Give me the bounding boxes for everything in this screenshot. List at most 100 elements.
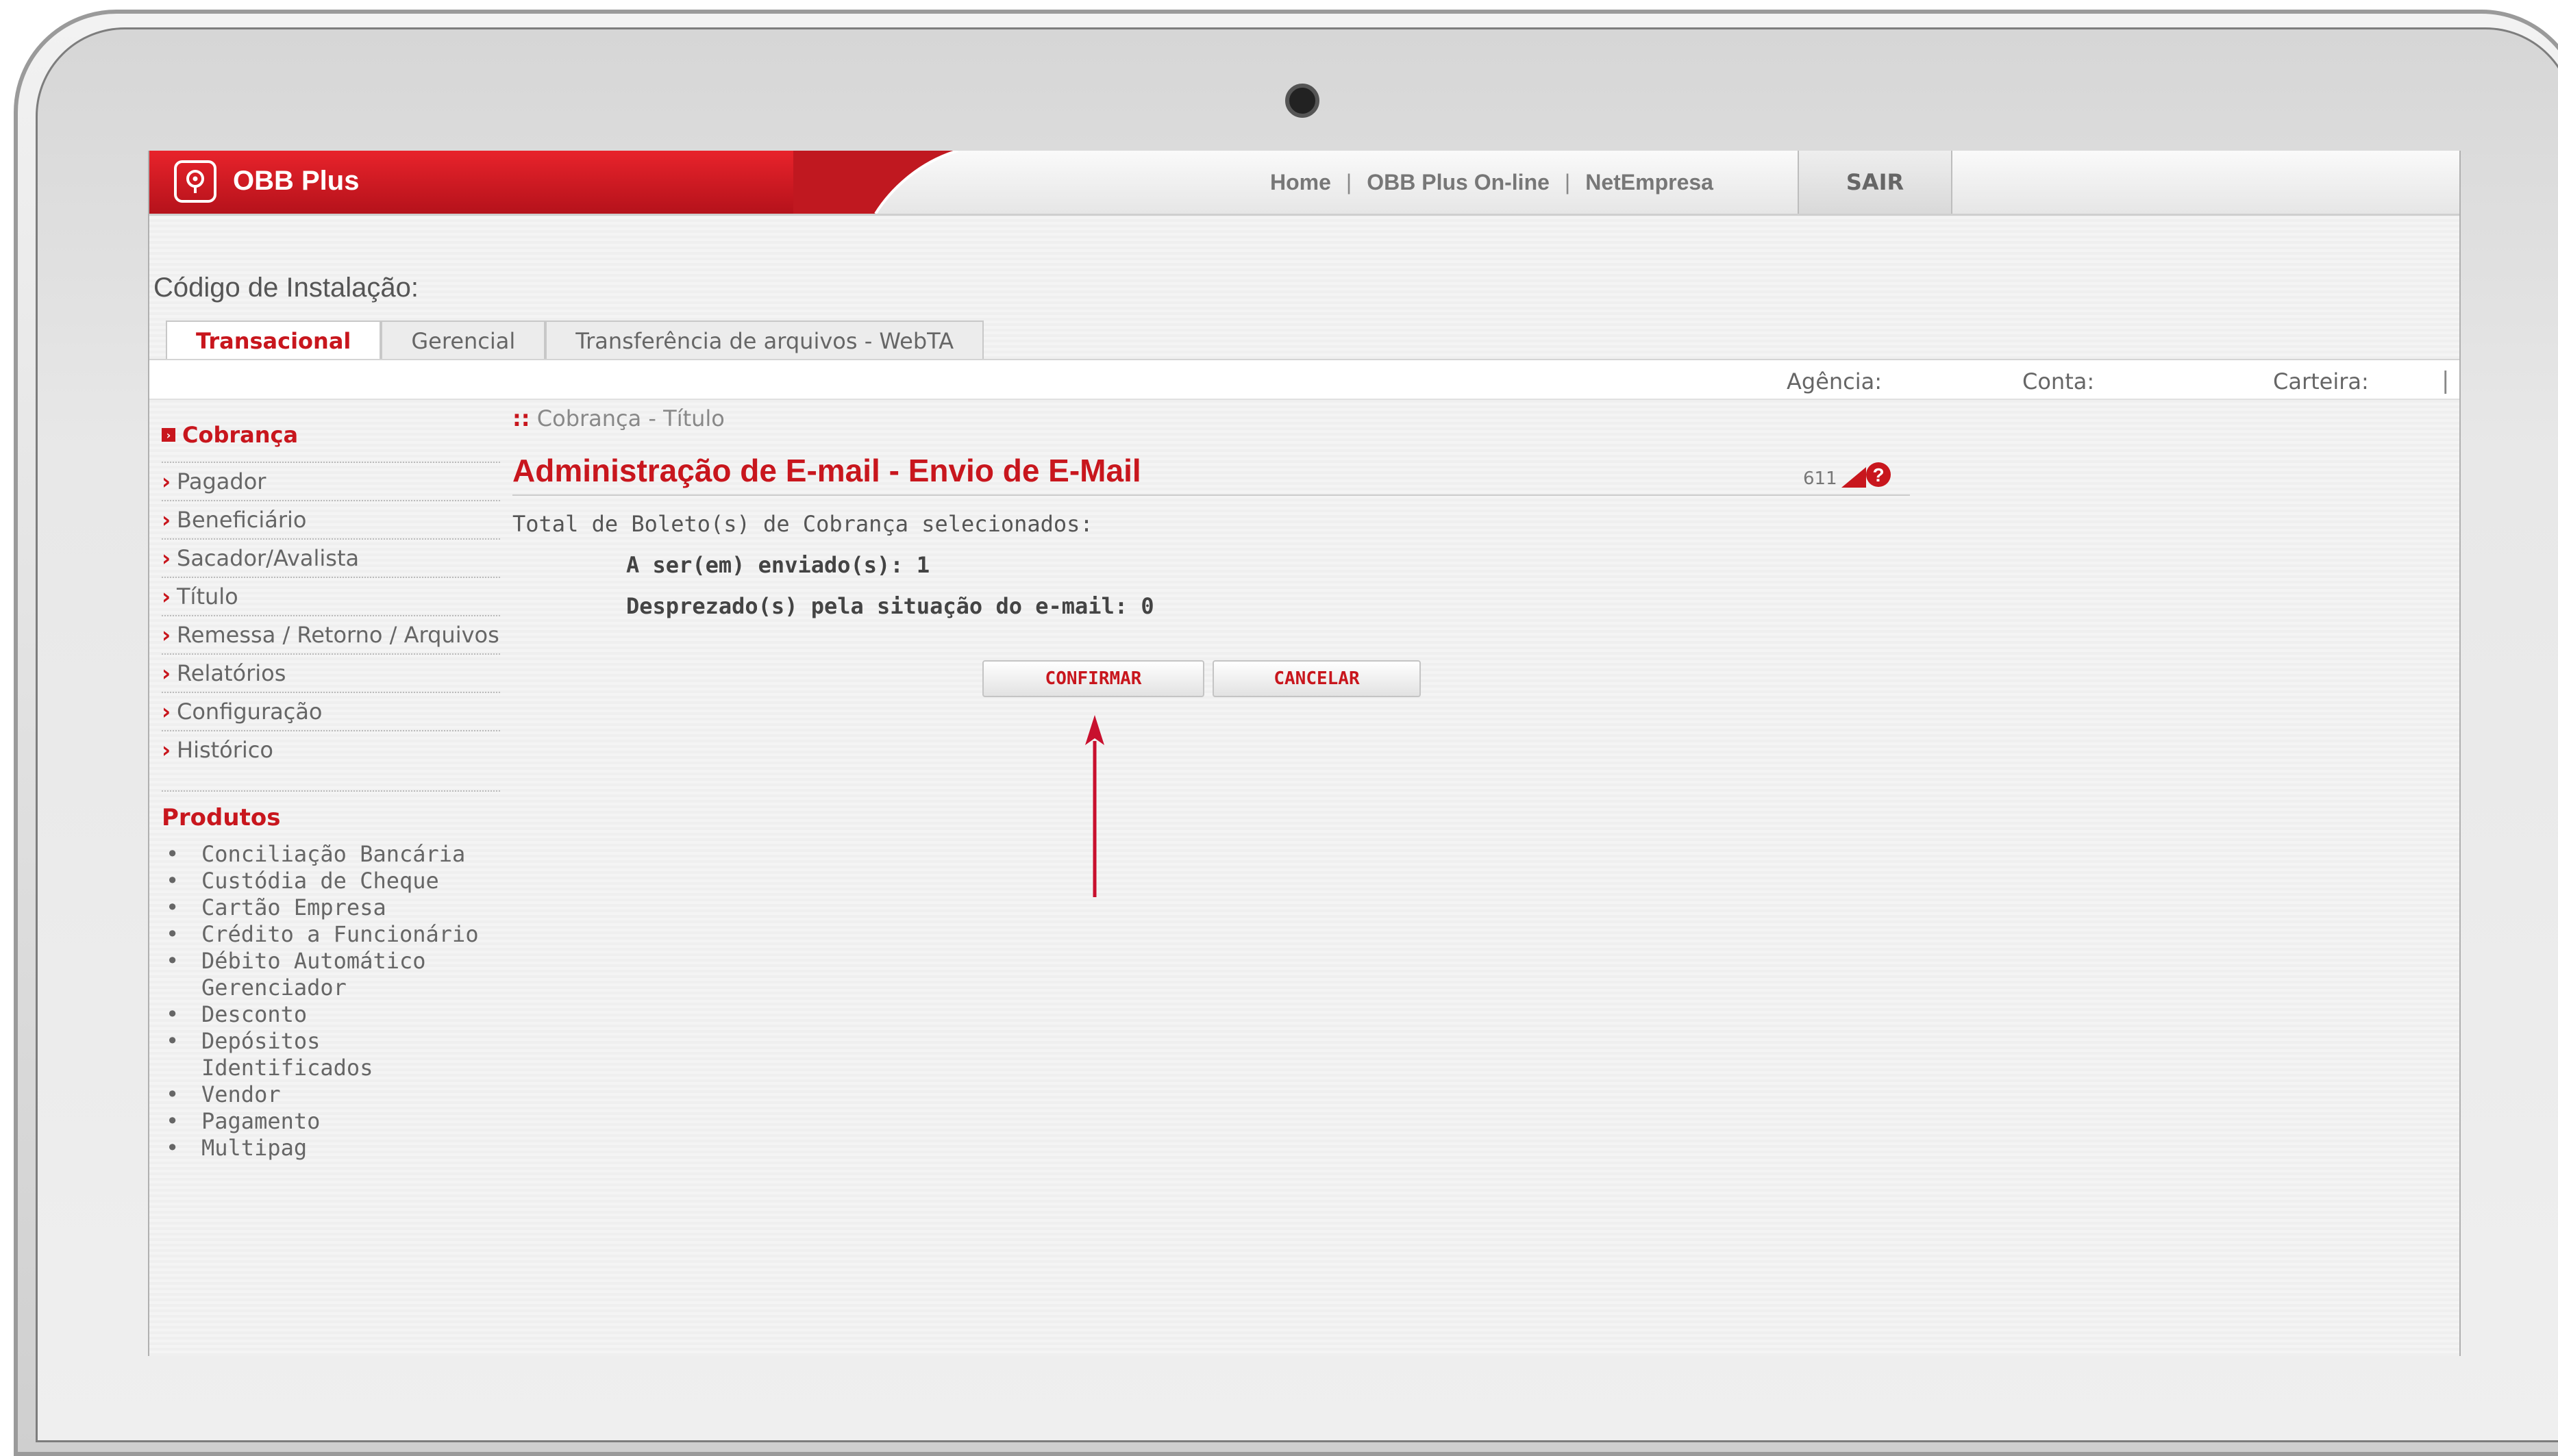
sidebar-item-relatorios[interactable]: › Relatórios xyxy=(162,653,500,692)
bullet-icon: • xyxy=(166,1028,179,1054)
brand-bar: OBB Plus xyxy=(149,151,876,214)
sidebar-item-label: Sacador/Avalista xyxy=(177,545,360,571)
nav-separator: | xyxy=(1564,169,1571,194)
chevron-right-icon: › xyxy=(162,622,171,648)
product-item[interactable]: • Pagamento xyxy=(162,1108,500,1135)
nav-netempresa-link[interactable]: NetEmpresa xyxy=(1585,170,1713,195)
tab-transacional[interactable]: Transacional xyxy=(166,321,382,360)
sidebar-item-remessa[interactable]: › Remessa / Retorno / Arquivos xyxy=(162,615,500,653)
brand-curve xyxy=(793,151,958,214)
product-label: Depósitos Identificados xyxy=(201,1028,373,1081)
breadcrumb-text: Cobrança - Título xyxy=(536,405,725,431)
product-item[interactable]: • Multipag xyxy=(162,1135,500,1162)
account-bar xyxy=(149,360,2459,400)
bullet-icon: • xyxy=(166,1081,179,1107)
product-item[interactable]: • Vendor xyxy=(162,1081,500,1108)
top-bar: OBB Plus Home | OBB Plus On-line | NetEm… xyxy=(149,151,2459,216)
carteira-label: Carteira: xyxy=(2273,368,2369,394)
cancel-button[interactable]: CANCELAR xyxy=(1213,660,1421,697)
logout-button[interactable]: SAIR xyxy=(1798,151,1952,214)
product-label: Débito Automático Gerenciador xyxy=(201,948,426,1001)
nav-separator: | xyxy=(1345,169,1352,194)
account-separator: | xyxy=(2442,367,2450,394)
obb-logo-icon[interactable] xyxy=(174,160,216,203)
sidebar-item-label: Relatórios xyxy=(177,660,286,686)
bullet-icon: • xyxy=(166,921,179,947)
bullet-icon: • xyxy=(166,1108,179,1134)
tab-gerencial[interactable]: Gerencial xyxy=(381,321,546,360)
camera-icon xyxy=(1285,84,1319,118)
screen-code: 611 xyxy=(1803,468,1837,489)
product-item[interactable]: • Conciliação Bancária xyxy=(162,841,500,868)
product-label: Pagamento xyxy=(201,1108,321,1134)
tab-webta[interactable]: Transferência de arquivos - WebTA xyxy=(545,321,984,360)
sidebar-item-label: Remessa / Retorno / Arquivos xyxy=(177,622,499,648)
page-title: Administração de E-mail - Envio de E-Mai… xyxy=(512,453,1141,488)
bullet-icon: • xyxy=(166,894,179,920)
sidebar-item-pagador[interactable]: › Pagador xyxy=(162,462,500,500)
to-send-row: A ser(em) enviado(s): 1 xyxy=(626,552,930,578)
sidebar-item-historico[interactable]: › Histórico xyxy=(162,730,500,768)
bullet-icon: • xyxy=(166,841,179,867)
sidebar-item-sacador[interactable]: › Sacador/Avalista xyxy=(162,538,500,577)
help-icon[interactable]: ? xyxy=(1839,460,1893,489)
product-label: Crédito a Funcionário xyxy=(201,921,479,947)
tab-bar: Transacional Gerencial Transferência de … xyxy=(166,321,984,360)
installation-code-label: Código de Instalação: xyxy=(153,273,419,303)
sidebar-item-titulo[interactable]: › Título xyxy=(162,577,500,615)
product-label: Desconto xyxy=(201,1001,308,1027)
confirm-button[interactable]: CONFIRMAR xyxy=(982,660,1204,697)
product-item[interactable]: • Débito Automático Gerenciador xyxy=(162,948,500,1001)
sidebar-item-beneficiario[interactable]: › Beneficiário xyxy=(162,500,500,538)
discarded-value: 0 xyxy=(1141,593,1154,619)
bullet-icon: • xyxy=(166,868,179,894)
product-item[interactable]: • Desconto xyxy=(162,1001,500,1028)
nav-obb-online-link[interactable]: OBB Plus On-line xyxy=(1367,170,1550,195)
chevron-right-icon: › xyxy=(162,660,171,686)
discarded-label: Desprezado(s) pela situação do e-mail: xyxy=(626,593,1128,619)
bullet-icon: • xyxy=(166,1001,179,1027)
product-item[interactable]: • Cartão Empresa xyxy=(162,894,500,921)
breadcrumb-marker: :: xyxy=(512,405,530,431)
sidebar-item-configuracao[interactable]: › Configuração xyxy=(162,692,500,730)
product-label: Conciliação Bancária xyxy=(201,841,466,867)
brand-name[interactable]: OBB Plus xyxy=(233,166,359,197)
sidebar-item-label: Título xyxy=(177,583,238,610)
total-selected-label: Total de Boleto(s) de Cobrança seleciona… xyxy=(512,511,1093,537)
to-send-label: A ser(em) enviado(s): xyxy=(626,552,904,578)
product-label: Custódia de Cheque xyxy=(201,868,439,894)
discarded-row: Desprezado(s) pela situação do e-mail: 0 xyxy=(626,593,1154,619)
conta-label: Conta: xyxy=(2022,368,2095,394)
agencia-label: Agência: xyxy=(1787,368,1883,394)
product-label: Cartão Empresa xyxy=(201,894,386,920)
product-item[interactable]: • Custódia de Cheque xyxy=(162,868,500,894)
top-nav: Home | OBB Plus On-line | NetEmpresa xyxy=(1270,168,1713,196)
product-item[interactable]: • Depósitos Identificados xyxy=(162,1028,500,1081)
product-label: Multipag xyxy=(201,1135,308,1161)
sidebar-section-label: Cobrança xyxy=(182,422,299,448)
chevron-right-icon: › xyxy=(162,583,171,610)
sidebar-item-label: Configuração xyxy=(177,699,323,725)
chevron-right-icon: › xyxy=(162,507,171,533)
bullet-icon: • xyxy=(166,948,179,974)
sidebar-section-cobranca[interactable]: › Cobrança xyxy=(162,418,500,452)
breadcrumb: :: Cobrança - Título xyxy=(512,405,725,431)
chevron-right-icon: › xyxy=(162,699,171,725)
title-divider xyxy=(512,494,1910,496)
bullet-icon: • xyxy=(166,1135,179,1161)
chevron-right-icon: › xyxy=(162,545,171,571)
chevron-right-icon: › xyxy=(162,737,171,763)
screen: OBB Plus Home | OBB Plus On-line | NetEm… xyxy=(148,151,2461,1356)
sidebar-item-label: Beneficiário xyxy=(177,507,307,533)
product-label: Vendor xyxy=(201,1081,281,1107)
sidebar: › Cobrança › Pagador › Beneficiário › Sacad… xyxy=(162,418,500,1162)
nav-home-link[interactable]: Home xyxy=(1270,170,1331,195)
svg-text:?: ? xyxy=(1872,464,1884,486)
chevron-square-icon: › xyxy=(162,428,175,442)
sidebar-item-label: Pagador xyxy=(177,468,266,494)
to-send-value: 1 xyxy=(916,552,930,578)
products-title: Produtos xyxy=(162,790,500,831)
arrow-up-icon xyxy=(1085,715,1104,897)
product-item[interactable]: • Crédito a Funcionário xyxy=(162,921,500,948)
chevron-right-icon: › xyxy=(162,468,171,494)
